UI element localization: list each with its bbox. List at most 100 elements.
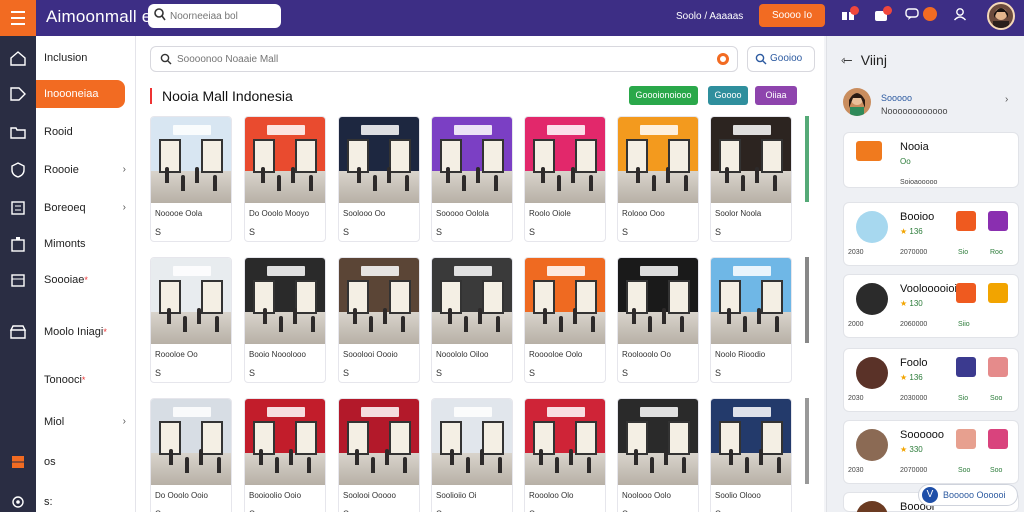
chevron-right-icon[interactable]: › bbox=[1005, 94, 1008, 105]
store-card[interactable]: Booio Nooolooo S bbox=[244, 257, 326, 383]
store-card[interactable]: Roolooolo Oo S bbox=[617, 257, 699, 383]
home-icon[interactable] bbox=[9, 49, 27, 72]
shield-icon[interactable] bbox=[9, 161, 27, 184]
product-name: Voolooooioio bbox=[900, 283, 964, 295]
store-card[interactable]: Rolooo Ooo S bbox=[617, 116, 699, 242]
sidebar-item[interactable]: Roooie › bbox=[36, 156, 136, 184]
sidebar-item[interactable]: Moolo Iniagi* bbox=[36, 318, 136, 346]
store-card[interactable]: Soolioiio OiS bbox=[431, 398, 513, 512]
shopper bbox=[494, 175, 498, 191]
store-card[interactable]: Rooooloe Oolo S bbox=[524, 257, 606, 383]
avatar[interactable] bbox=[987, 2, 1015, 30]
sidebar-item[interactable]: Miol › bbox=[36, 408, 136, 436]
store-image bbox=[339, 399, 419, 485]
product-variant-icon[interactable] bbox=[988, 283, 1008, 303]
store-floor bbox=[525, 453, 605, 485]
sidebar-item[interactable]: Tonooci* bbox=[36, 366, 136, 394]
help-button[interactable]: V Booooo Oooooi bbox=[918, 484, 1018, 506]
product-card[interactable]: Booioo ★ 136 2030 2070000 Sio Roo bbox=[843, 202, 1019, 266]
shopper bbox=[289, 449, 293, 465]
chevron-right-icon[interactable]: › bbox=[123, 194, 126, 222]
top-action-button[interactable]: Soooo Io bbox=[759, 4, 825, 27]
store-card[interactable]: Roooloo OloS bbox=[524, 398, 606, 512]
store-title: Booio Nooolooo bbox=[249, 350, 306, 359]
store-card[interactable]: Nooololo Oiloo S bbox=[431, 257, 513, 383]
building-icon[interactable] bbox=[9, 235, 27, 258]
store-card[interactable]: Soolio OloooS bbox=[710, 398, 792, 512]
store-card[interactable]: Roolo Oiole S bbox=[524, 116, 606, 242]
back-arrow-icon[interactable]: ⇽ bbox=[841, 52, 853, 68]
top-search[interactable] bbox=[148, 4, 281, 28]
menu-icon[interactable] bbox=[0, 0, 36, 36]
shopper bbox=[571, 167, 575, 183]
store-window bbox=[626, 280, 648, 314]
sidebar-item[interactable]: Boreoeq › bbox=[36, 194, 136, 222]
store-card[interactable]: Do Ooolo OoioS bbox=[150, 398, 232, 512]
store-floor bbox=[339, 312, 419, 344]
sidebar-item[interactable]: Mimonts bbox=[36, 230, 136, 258]
product-card[interactable]: Foolo ★ 136 2030 2030000 Sio Soo bbox=[843, 348, 1019, 412]
store-card[interactable]: Soolooo Oo S bbox=[338, 116, 420, 242]
product-variant-icon[interactable] bbox=[956, 283, 976, 303]
shopper bbox=[664, 449, 668, 465]
product-card[interactable]: Voolooooioio ★ 130 2000 2060000 Siio bbox=[843, 274, 1019, 338]
main-content: Gooioo Nooia Mall Indonesia Goooionoiooo… bbox=[136, 36, 824, 512]
sidebar-item[interactable]: s: bbox=[36, 488, 136, 512]
product-variant-icon[interactable] bbox=[956, 429, 976, 449]
sidebar-item[interactable]: Inoooneiaa bbox=[36, 80, 125, 108]
settings-icon[interactable] bbox=[9, 493, 27, 512]
shopper bbox=[373, 175, 377, 191]
store-card[interactable]: Sooooo Oolola S bbox=[431, 116, 513, 242]
store-card[interactable]: Noolooo OoloS bbox=[617, 398, 699, 512]
product-card[interactable]: Nooia Oo Soioaooooo bbox=[843, 132, 1019, 188]
product-variant-icon[interactable] bbox=[956, 211, 976, 231]
store-card[interactable]: Soolor Noola S bbox=[710, 116, 792, 242]
store-card[interactable]: Noolo Rioodio S bbox=[710, 257, 792, 383]
store-card[interactable]: Roooloe Oo S bbox=[150, 257, 232, 383]
product-card[interactable]: Soooooo ★ 330 2030 2070000 Soo Soo bbox=[843, 420, 1019, 484]
calendar-icon[interactable] bbox=[9, 271, 27, 294]
shopper bbox=[496, 316, 500, 332]
account-link[interactable]: Soolo / Aaaaas bbox=[676, 11, 743, 22]
product-variant-icon[interactable] bbox=[988, 211, 1008, 231]
user-icon[interactable] bbox=[953, 7, 967, 21]
store-window bbox=[575, 139, 597, 173]
sidebar-item[interactable]: Inclusion bbox=[36, 44, 136, 72]
product-variant-icon[interactable] bbox=[988, 357, 1008, 377]
top-search-input[interactable] bbox=[170, 7, 275, 25]
folder-icon[interactable] bbox=[9, 123, 27, 146]
shopper bbox=[559, 316, 563, 332]
tag-icon[interactable] bbox=[9, 85, 27, 108]
main-search[interactable] bbox=[150, 46, 738, 72]
list-icon[interactable] bbox=[9, 199, 27, 222]
chat-icon[interactable] bbox=[905, 7, 919, 21]
main-search-input[interactable] bbox=[177, 51, 697, 67]
store-card[interactable]: Nooooe Oola S bbox=[150, 116, 232, 242]
shopper bbox=[311, 316, 315, 332]
chevron-right-icon[interactable]: › bbox=[123, 156, 126, 184]
store-card[interactable]: Sooolooi Oooio S bbox=[338, 257, 420, 383]
shopper bbox=[755, 167, 759, 183]
filter-button[interactable]: Gooioo bbox=[747, 46, 815, 72]
filter-chip[interactable]: Oiiaa bbox=[755, 86, 797, 105]
product-variant-icon[interactable] bbox=[956, 357, 976, 377]
product-variant-icon[interactable] bbox=[988, 429, 1008, 449]
bag-badge bbox=[883, 6, 892, 15]
sidebar-item[interactable]: os bbox=[36, 448, 136, 476]
grid-icon[interactable] bbox=[9, 453, 27, 476]
voice-search-icon[interactable] bbox=[717, 53, 729, 65]
store-card[interactable]: Soolooi OooooS bbox=[338, 398, 420, 512]
sidebar-item-label: Inoooneiaa bbox=[44, 88, 99, 100]
filter-chip[interactable]: Goooionoiooo bbox=[629, 86, 698, 105]
store-card[interactable]: Do Ooolo Mooyo S bbox=[244, 116, 326, 242]
store-card[interactable]: Booioolio OoioS bbox=[244, 398, 326, 512]
store-image bbox=[245, 258, 325, 344]
store-floor bbox=[245, 171, 325, 203]
store-icon[interactable] bbox=[9, 323, 27, 346]
user-avatar[interactable] bbox=[843, 88, 871, 116]
chevron-right-icon[interactable]: › bbox=[123, 408, 126, 436]
filter-chip[interactable]: Goooo bbox=[708, 86, 748, 105]
notification-icon[interactable] bbox=[923, 7, 937, 21]
sidebar-item[interactable]: Soooiae* bbox=[36, 266, 136, 294]
sidebar-item[interactable]: Rooid bbox=[36, 118, 136, 146]
